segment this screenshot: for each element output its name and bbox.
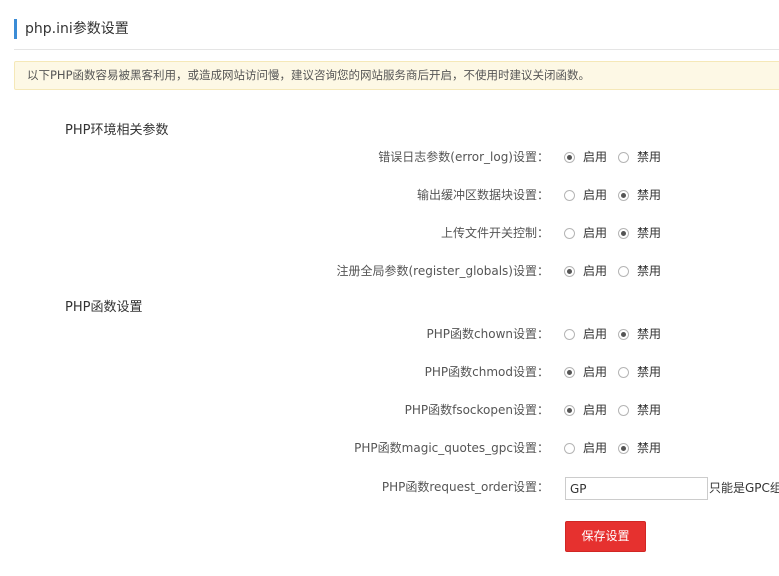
chmod-enable-radio[interactable]: 启用: [564, 362, 607, 382]
radio-circle[interactable]: [564, 328, 575, 340]
warning-notice-text: 以下PHP函数容易被黑客利用，或造成网站访问慢，建议咨询您的网站服务商后开启，不…: [27, 68, 591, 82]
enable-label: 启用: [583, 188, 608, 202]
save-settings-button[interactable]: 保存设置: [565, 521, 646, 552]
radio-circle[interactable]: [564, 151, 575, 163]
radio-circle[interactable]: [618, 265, 629, 277]
radio-circle[interactable]: [618, 442, 629, 454]
setting-row-fsockopen: PHP函数fsockopen设置： 启用 禁用: [0, 400, 779, 420]
request-order-input[interactable]: [565, 477, 708, 500]
disable-label: 禁用: [637, 441, 662, 455]
fsockopen-enable-radio[interactable]: 启用: [564, 400, 607, 420]
register-globals-disable-radio[interactable]: 禁用: [618, 261, 661, 281]
disable-label: 禁用: [637, 264, 662, 278]
radio-circle[interactable]: [564, 442, 575, 454]
setting-label: PHP函数fsockopen设置：: [404, 403, 549, 417]
page-title: php.ini参数设置: [14, 19, 129, 39]
radio-circle[interactable]: [564, 265, 575, 277]
file-uploads-disable-radio[interactable]: 禁用: [618, 223, 661, 243]
setting-row-magic-quotes-gpc: PHP函数magic_quotes_gpc设置： 启用 禁用: [0, 438, 779, 458]
section-title-php-env: PHP环境相关参数: [65, 123, 169, 138]
disable-label: 禁用: [637, 365, 662, 379]
disable-label: 禁用: [637, 188, 662, 202]
request-order-hint: 只能是GPC组: [709, 481, 779, 495]
setting-label: 注册全局参数(register_globals)设置：: [336, 264, 550, 278]
section-title-php-functions: PHP函数设置: [65, 300, 143, 315]
radio-circle[interactable]: [618, 328, 629, 340]
enable-label: 启用: [583, 403, 608, 417]
radio-circle[interactable]: [618, 366, 629, 378]
radio-circle[interactable]: [564, 189, 575, 201]
radio-circle[interactable]: [618, 189, 629, 201]
setting-row-file-uploads: 上传文件开关控制： 启用 禁用: [0, 223, 779, 243]
enable-label: 启用: [583, 365, 608, 379]
setting-label: 错误日志参数(error_log)设置：: [378, 150, 549, 164]
warning-notice: 以下PHP函数容易被黑客利用，或造成网站访问慢，建议咨询您的网站服务商后开启，不…: [14, 61, 779, 90]
radio-circle[interactable]: [564, 227, 575, 239]
error-log-disable-radio[interactable]: 禁用: [618, 147, 661, 167]
enable-label: 启用: [583, 264, 608, 278]
disable-label: 禁用: [637, 327, 662, 341]
setting-row-register-globals: 注册全局参数(register_globals)设置： 启用 禁用: [0, 261, 779, 281]
output-buffering-enable-radio[interactable]: 启用: [564, 185, 607, 205]
chown-enable-radio[interactable]: 启用: [564, 324, 607, 344]
setting-label: PHP函数chown设置：: [426, 327, 549, 341]
title-divider: [14, 49, 779, 50]
radio-circle[interactable]: [618, 151, 629, 163]
magic-quotes-gpc-enable-radio[interactable]: 启用: [564, 438, 607, 458]
enable-label: 启用: [583, 441, 608, 455]
output-buffering-disable-radio[interactable]: 禁用: [618, 185, 661, 205]
radio-circle[interactable]: [564, 404, 575, 416]
error-log-enable-radio[interactable]: 启用: [564, 147, 607, 167]
register-globals-enable-radio[interactable]: 启用: [564, 261, 607, 281]
radio-circle[interactable]: [618, 404, 629, 416]
radio-circle[interactable]: [564, 366, 575, 378]
disable-label: 禁用: [637, 226, 662, 240]
chown-disable-radio[interactable]: 禁用: [618, 324, 661, 344]
enable-label: 启用: [583, 150, 608, 164]
setting-row-error-log: 错误日志参数(error_log)设置： 启用 禁用: [0, 147, 779, 167]
setting-row-output-buffering: 输出缓冲区数据块设置： 启用 禁用: [0, 185, 779, 205]
magic-quotes-gpc-disable-radio[interactable]: 禁用: [618, 438, 661, 458]
disable-label: 禁用: [637, 403, 662, 417]
radio-circle[interactable]: [618, 227, 629, 239]
setting-label: 输出缓冲区数据块设置：: [416, 188, 549, 202]
file-uploads-enable-radio[interactable]: 启用: [564, 223, 607, 243]
disable-label: 禁用: [637, 150, 662, 164]
setting-row-chmod: PHP函数chmod设置： 启用 禁用: [0, 362, 779, 382]
setting-label: 上传文件开关控制：: [440, 226, 549, 240]
setting-label: PHP函数request_order设置：: [381, 480, 549, 494]
fsockopen-disable-radio[interactable]: 禁用: [618, 400, 661, 420]
enable-label: 启用: [583, 327, 608, 341]
enable-label: 启用: [583, 226, 608, 240]
setting-label: PHP函数magic_quotes_gpc设置：: [354, 441, 549, 455]
setting-label: PHP函数chmod设置：: [424, 365, 549, 379]
php-ini-settings-page: php.ini参数设置 以下PHP函数容易被黑客利用，或造成网站访问慢，建议咨询…: [0, 0, 779, 576]
chmod-disable-radio[interactable]: 禁用: [618, 362, 661, 382]
setting-row-chown: PHP函数chown设置： 启用 禁用: [0, 324, 779, 344]
